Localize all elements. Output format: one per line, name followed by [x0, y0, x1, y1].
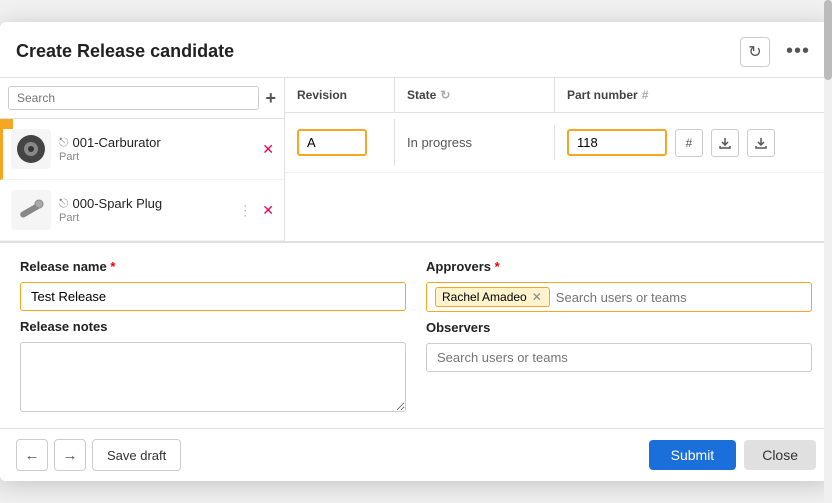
- revision-input[interactable]: [297, 129, 367, 156]
- observers-input[interactable]: [426, 343, 812, 372]
- release-notes-label: Release notes: [20, 319, 406, 334]
- part-name: 001-Carburator: [73, 135, 161, 150]
- part-type-label: Part: [59, 151, 252, 163]
- partnum-hash-button[interactable]: #: [675, 129, 703, 157]
- dialog-footer: ← → Save draft Submit Close: [0, 428, 832, 481]
- dialog-title: Create Release candidate: [16, 41, 730, 62]
- drag-handle-icon: ⋮: [238, 202, 252, 219]
- release-notes-textarea[interactable]: [20, 342, 406, 412]
- partnum-icon: #: [642, 88, 649, 102]
- part-type-label: Part: [59, 212, 230, 224]
- scrollbar-track: [824, 22, 832, 481]
- selected-indicator: [3, 119, 13, 129]
- save-draft-button[interactable]: Save draft: [92, 439, 181, 471]
- table-area: Revision State ↻ Part number #: [285, 78, 832, 241]
- part-item[interactable]: ⎋ 001-Carburator Part ✕: [0, 119, 284, 180]
- part-item[interactable]: ⎋ 000-Spark Plug Part ⋮ ✕: [0, 180, 284, 241]
- remove-part-button[interactable]: ✕: [260, 139, 276, 160]
- part-info: ⎋ 000-Spark Plug Part: [59, 196, 230, 224]
- td-state: In progress: [395, 125, 555, 160]
- close-button[interactable]: Close: [744, 440, 816, 470]
- part-name: 000-Spark Plug: [73, 196, 163, 211]
- form-left-col: Release name Release notes: [20, 259, 406, 412]
- observers-label: Observers: [426, 320, 812, 335]
- th-state: State ↻: [395, 78, 555, 112]
- parts-search-input[interactable]: [8, 86, 259, 110]
- part-type-icon: ⎋: [59, 135, 69, 150]
- table-header: Revision State ↻ Part number #: [285, 78, 832, 113]
- export-button[interactable]: [711, 129, 739, 157]
- top-section: + ⎋ 001-Carburator Part ✕: [0, 78, 832, 242]
- form-right-col: Approvers Rachel Amadeo ✕ Observers: [426, 259, 812, 412]
- td-partnum: #: [555, 119, 832, 167]
- part-name-row: ⎋ 000-Spark Plug: [59, 196, 230, 211]
- release-name-label: Release name: [20, 259, 406, 274]
- approvers-search-input[interactable]: [556, 290, 803, 305]
- footer-left: ← → Save draft: [16, 439, 181, 471]
- create-release-dialog: Create Release candidate ↻ ••• +: [0, 22, 832, 481]
- parts-search-row: +: [0, 78, 284, 119]
- add-part-button[interactable]: +: [265, 89, 276, 107]
- part-thumbnail: [11, 190, 51, 230]
- more-options-button[interactable]: •••: [780, 36, 816, 67]
- approvers-label: Approvers: [426, 259, 812, 274]
- part-name-row: ⎋ 001-Carburator: [59, 135, 252, 150]
- release-name-input[interactable]: [20, 282, 406, 311]
- approver-tag: Rachel Amadeo ✕: [435, 287, 550, 307]
- download-button[interactable]: [747, 129, 775, 157]
- approver-name: Rachel Amadeo: [442, 290, 527, 304]
- dialog-body: + ⎋ 001-Carburator Part ✕: [0, 78, 832, 428]
- refresh-button[interactable]: ↻: [740, 37, 770, 67]
- submit-button[interactable]: Submit: [649, 440, 737, 470]
- part-thumbnail: [11, 129, 51, 169]
- parts-panel: + ⎋ 001-Carburator Part ✕: [0, 78, 285, 241]
- table-row: In progress #: [285, 113, 832, 173]
- dialog-header: Create Release candidate ↻ •••: [0, 22, 832, 78]
- remove-approver-button[interactable]: ✕: [531, 290, 543, 304]
- state-badge: In progress: [407, 135, 472, 150]
- td-revision: [285, 119, 395, 166]
- part-type-icon: ⎋: [59, 196, 69, 211]
- approvers-input[interactable]: Rachel Amadeo ✕: [426, 282, 812, 312]
- forward-button[interactable]: →: [54, 439, 86, 471]
- footer-right: Submit Close: [649, 440, 816, 470]
- part-info: ⎋ 001-Carburator Part: [59, 135, 252, 163]
- scrollbar-thumb[interactable]: [824, 22, 832, 80]
- bottom-section: Release name Release notes Approvers Rac…: [0, 242, 832, 428]
- back-button[interactable]: ←: [16, 439, 48, 471]
- partnum-input[interactable]: [567, 129, 667, 156]
- remove-part-button[interactable]: ✕: [260, 200, 276, 221]
- th-revision: Revision: [285, 78, 395, 112]
- th-partnum: Part number #: [555, 78, 832, 112]
- state-refresh-icon[interactable]: ↻: [440, 88, 450, 102]
